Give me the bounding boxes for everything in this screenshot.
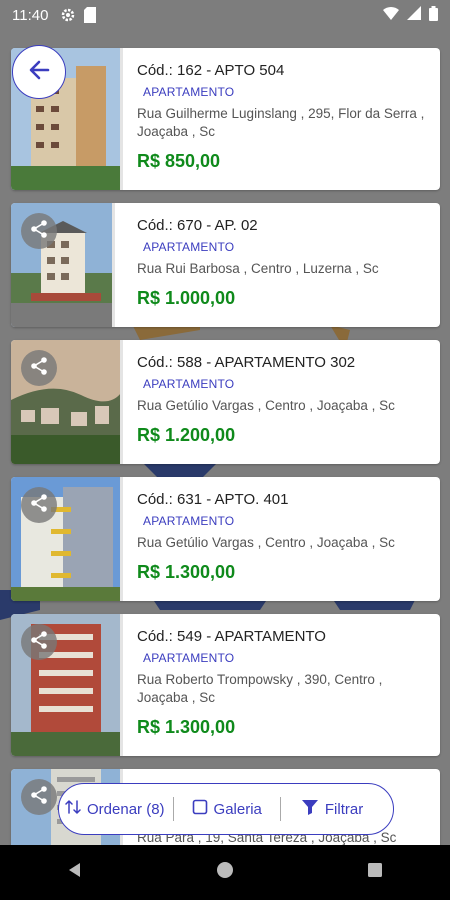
- share-icon: [29, 493, 49, 518]
- listing-address: Rua Getúlio Vargas , Centro , Joaçaba , …: [137, 398, 395, 413]
- listing-type: APARTAMENTO: [143, 377, 235, 391]
- listing-type: APARTAMENTO: [143, 514, 235, 528]
- sd-card-icon: [84, 7, 97, 23]
- status-bar: 11:40: [0, 0, 450, 30]
- filter-icon: [301, 799, 319, 819]
- share-icon: [29, 785, 49, 810]
- listing-price: R$ 1.300,00: [137, 717, 236, 737]
- arrow-left-icon: [28, 59, 50, 86]
- home-nav-icon[interactable]: [215, 860, 235, 885]
- bottom-action-bar: Ordenar (8) Galeria Filtrar: [58, 783, 394, 835]
- listing-price: R$ 1.300,00: [137, 562, 236, 582]
- wifi-icon: [383, 6, 399, 24]
- listing-address: Rua Getúlio Vargas , Centro , Joaçaba , …: [137, 535, 395, 550]
- listing-type: APARTAMENTO: [143, 85, 235, 99]
- signal-icon: [407, 6, 421, 24]
- listing-code: Cód.: 631 - APTO. 401: [137, 491, 289, 508]
- recents-nav-icon[interactable]: [366, 861, 384, 884]
- listing-price: R$ 1.200,00: [137, 425, 236, 445]
- property-card[interactable]: Cód.: 588 - APARTAMENTO 302 APARTAMENTO …: [11, 340, 440, 464]
- property-card[interactable]: Cód.: 670 - AP. 02 APARTAMENTO Rua Rui B…: [11, 203, 440, 327]
- share-button[interactable]: [21, 624, 57, 660]
- property-photo: [11, 477, 123, 601]
- filter-button[interactable]: Filtrar: [281, 799, 371, 819]
- property-photo: [11, 614, 123, 756]
- back-button[interactable]: [12, 45, 66, 99]
- listing-code: Cód.: 588 - APARTAMENTO 302: [137, 354, 356, 371]
- status-time: 11:40: [12, 6, 49, 24]
- share-icon: [29, 356, 49, 381]
- listing-code: Cód.: 162 - APTO 504: [137, 62, 285, 79]
- property-card[interactable]: Cód.: 162 - APTO 504 APARTAMENTO Rua Gui…: [11, 48, 440, 190]
- battery-icon: [429, 5, 438, 25]
- share-button[interactable]: [21, 487, 57, 523]
- settings-icon: [60, 7, 76, 23]
- listing-code: Cód.: 549 - APARTAMENTO: [137, 628, 326, 645]
- listing-type: APARTAMENTO: [143, 651, 235, 665]
- share-icon: [29, 630, 49, 655]
- property-photo: [11, 203, 115, 327]
- share-button[interactable]: [21, 779, 57, 815]
- property-card[interactable]: Cód.: 549 - APARTAMENTO APARTAMENTO Rua …: [11, 614, 440, 756]
- share-button[interactable]: [21, 350, 57, 386]
- sort-icon: [65, 799, 81, 819]
- listing-address: Rua Rui Barbosa , Centro , Luzerna , Sc: [137, 261, 379, 276]
- property-card[interactable]: Cód.: 631 - APTO. 401 APARTAMENTO Rua Ge…: [11, 477, 440, 601]
- sort-label: Ordenar (8): [87, 800, 165, 818]
- gallery-toggle[interactable]: Galeria: [174, 799, 280, 819]
- gallery-label: Galeria: [213, 800, 262, 818]
- listing-price: R$ 850,00: [137, 151, 221, 171]
- listing-type: APARTAMENTO: [143, 240, 235, 254]
- sort-button[interactable]: Ordenar (8): [59, 799, 173, 819]
- share-icon: [29, 219, 49, 244]
- listing-price: R$ 1.000,00: [137, 288, 236, 308]
- property-photo: [11, 340, 123, 464]
- checkbox-icon: [192, 799, 208, 819]
- navigation-bar: [0, 845, 450, 900]
- property-list: Cód.: 162 - APTO 504 APARTAMENTO Rua Gui…: [11, 48, 440, 900]
- share-button[interactable]: [21, 213, 57, 249]
- listing-address: Rua Roberto Trompowsky , 390, Centro , J…: [137, 672, 383, 705]
- filter-label: Filtrar: [324, 800, 364, 818]
- listing-address: Rua Guilherme Luginslang , 295, Flor da …: [137, 106, 425, 139]
- listing-code: Cód.: 670 - AP. 02: [137, 217, 258, 234]
- back-nav-icon[interactable]: [66, 861, 84, 884]
